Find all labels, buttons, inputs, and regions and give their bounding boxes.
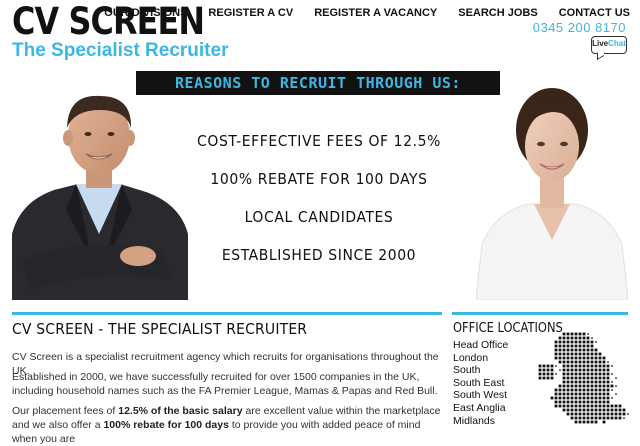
nav-register-cv[interactable]: REGISTER A CV xyxy=(208,7,293,19)
benefit-local: LOCAL CANDIDATES xyxy=(244,208,394,226)
fees-text-1: Our placement fees of xyxy=(12,405,119,417)
benefit-fees: COST-EFFECTIVE FEES OF 12.5% xyxy=(197,132,441,150)
nav-search-jobs[interactable]: SEARCH JOBS xyxy=(458,7,537,19)
woman-portrait-image xyxy=(476,88,628,300)
benefit-established: ESTABLISHED SINCE 2000 xyxy=(221,246,417,264)
sidebar-divider xyxy=(452,312,628,315)
office-south-east[interactable]: South East xyxy=(453,377,508,390)
office-list: Head Office London South South East Sout… xyxy=(453,339,508,427)
livechat-live-label: Live xyxy=(592,39,609,48)
office-london[interactable]: London xyxy=(453,352,508,365)
benefit-rebate: 100% REBATE FOR 100 DAYS xyxy=(210,170,428,188)
hero-section: REASONS TO RECRUIT THROUGH US: COST-EFFE… xyxy=(0,62,640,300)
main-nav: OUR DIVISIONS REGISTER A CV REGISTER A V… xyxy=(83,7,630,19)
benefits-list: COST-EFFECTIVE FEES OF 12.5% 100% REBATE… xyxy=(160,122,478,274)
uk-map-icon xyxy=(538,332,629,424)
rebate-highlight: 100% rebate for 100 days xyxy=(103,419,229,431)
hero-banner: REASONS TO RECRUIT THROUGH US: xyxy=(136,71,500,95)
office-south[interactable]: South xyxy=(453,364,508,377)
office-head-office[interactable]: Head Office xyxy=(453,339,508,352)
history-paragraph: Established in 2000, we have successfull… xyxy=(12,371,438,397)
fees-paragraph: Our placement fees of 12.5% of the basic… xyxy=(12,404,442,446)
phone-number[interactable]: 0345 200 8170 xyxy=(533,20,626,35)
logo-subtitle: The Specialist Recruiter xyxy=(12,40,229,61)
office-east-anglia[interactable]: East Anglia xyxy=(453,402,508,415)
nav-our-divisions[interactable]: OUR DIVISIONS xyxy=(104,7,187,19)
speech-bubble-icon xyxy=(597,48,604,61)
office-south-west[interactable]: South West xyxy=(453,389,508,402)
nav-contact-us[interactable]: CONTACT US xyxy=(559,7,630,19)
office-midlands[interactable]: Midlands xyxy=(453,415,508,428)
live-chat-button[interactable]: LiveChat xyxy=(591,36,627,61)
livechat-chat-label: Chat xyxy=(608,39,626,48)
section-divider xyxy=(12,312,442,315)
page-title: CV SCREEN - THE SPECIALIST RECRUITER xyxy=(12,320,308,338)
nav-register-vacancy[interactable]: REGISTER A VACANCY xyxy=(314,7,437,19)
fees-highlight: 12.5% of the basic salary xyxy=(118,405,243,417)
